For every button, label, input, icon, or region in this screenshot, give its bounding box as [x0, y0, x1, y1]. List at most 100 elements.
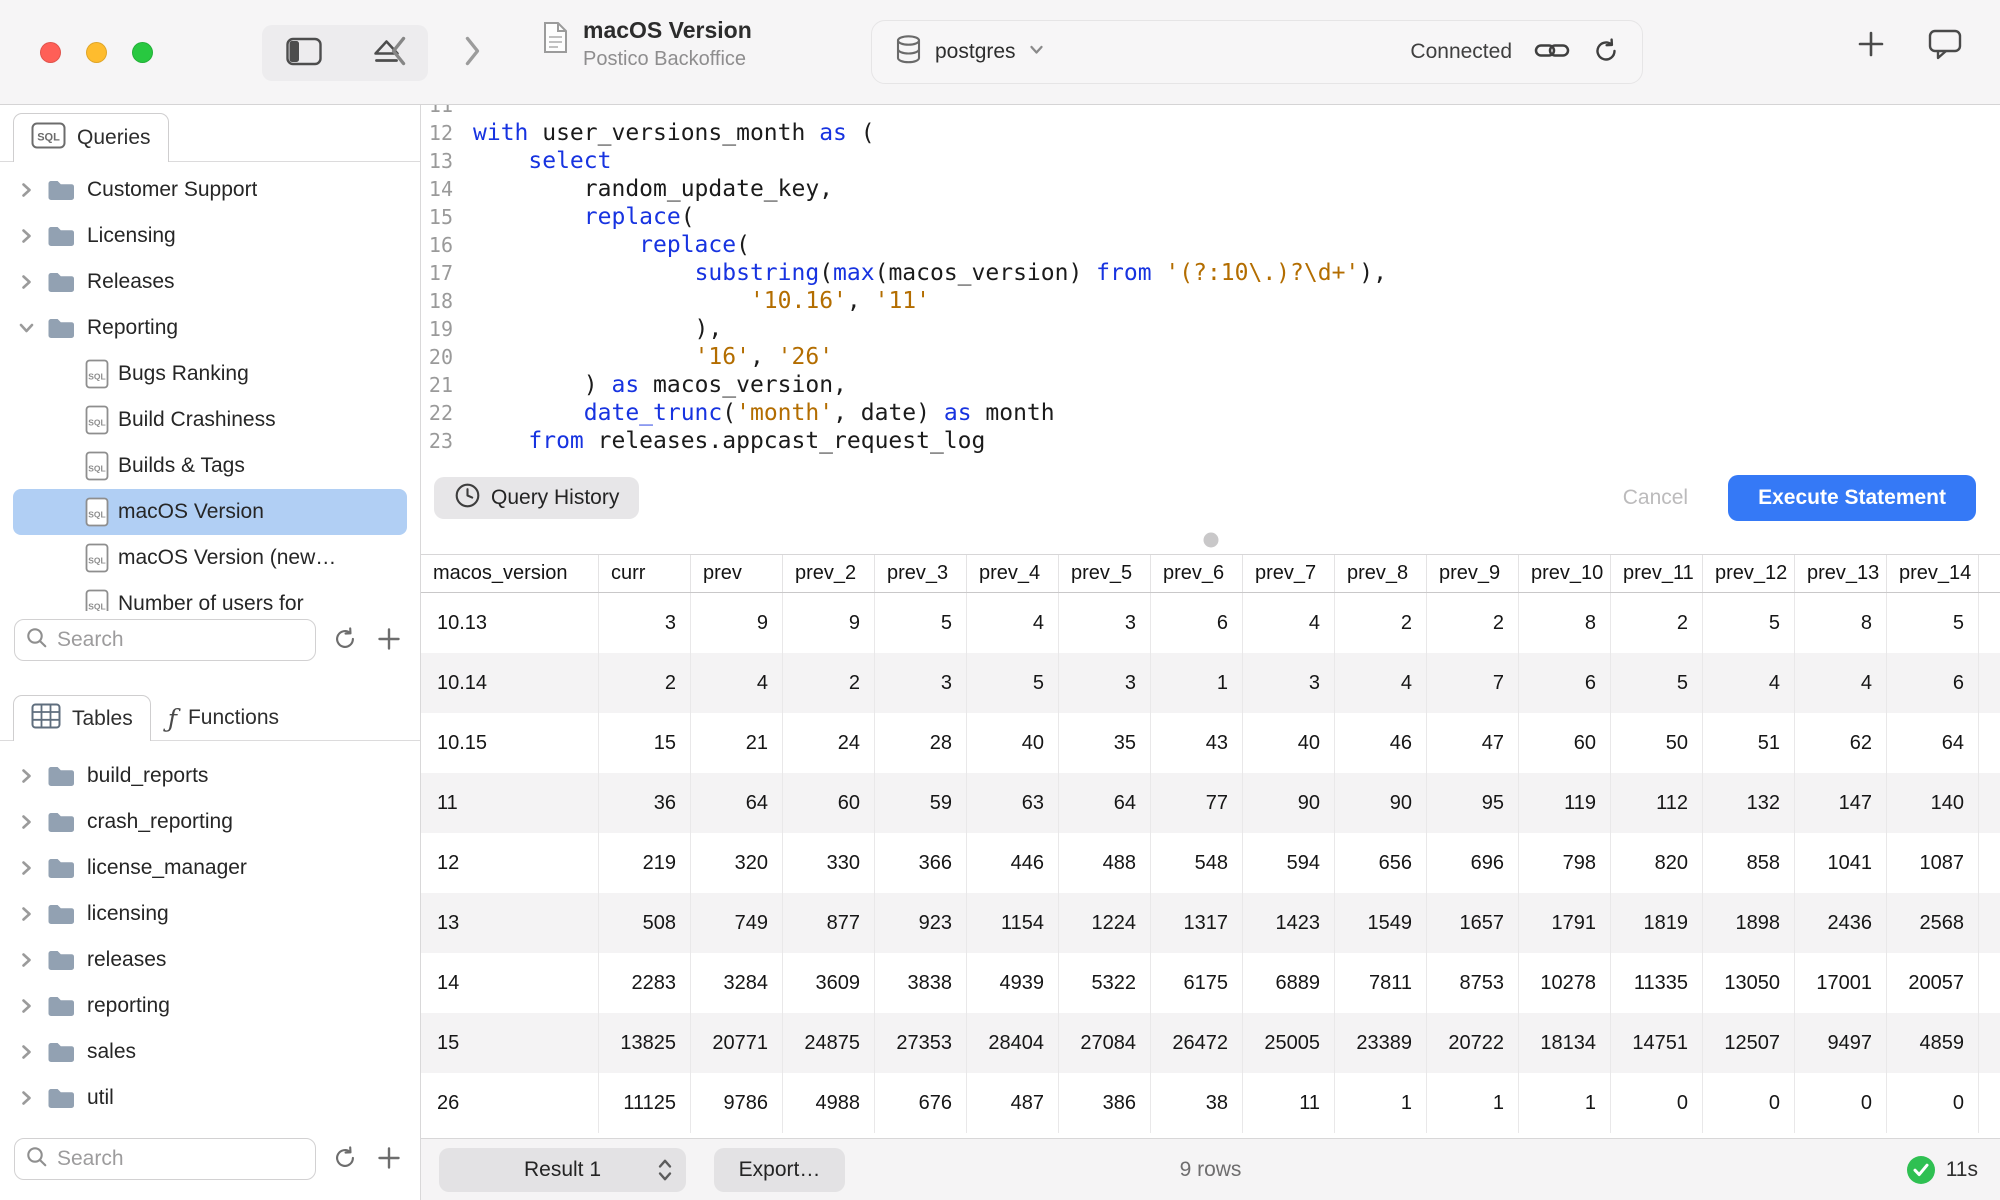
cell[interactable]: 28404	[967, 1013, 1059, 1073]
chevron-right-icon[interactable]	[20, 1043, 35, 1061]
cell[interactable]: 2	[599, 653, 691, 713]
cell[interactable]: 1657	[1427, 893, 1519, 953]
cell[interactable]: 3	[1059, 593, 1151, 653]
execute-statement-button[interactable]: Execute Statement	[1728, 475, 1976, 521]
cell[interactable]: 35	[1059, 713, 1151, 773]
column-header[interactable]: prev_9	[1427, 555, 1519, 592]
column-header[interactable]: prev_2	[783, 555, 875, 592]
cell[interactable]: 4	[967, 593, 1059, 653]
cell[interactable]: 27353	[875, 1013, 967, 1073]
back-button[interactable]	[378, 32, 418, 72]
toggle-sidebar-button[interactable]	[262, 25, 345, 81]
connection-link-button[interactable]	[1534, 39, 1570, 65]
cell[interactable]: 1791	[1519, 893, 1611, 953]
cell[interactable]: 676	[875, 1073, 967, 1133]
cell[interactable]: 50	[1611, 713, 1703, 773]
cell[interactable]: 15	[599, 713, 691, 773]
cell[interactable]: 6	[1519, 653, 1611, 713]
cell[interactable]: 36	[599, 773, 691, 833]
cell[interactable]: 40	[967, 713, 1059, 773]
cell[interactable]: 877	[783, 893, 875, 953]
cell[interactable]: 330	[783, 833, 875, 893]
cell[interactable]: 27084	[1059, 1013, 1151, 1073]
cell[interactable]: 9	[691, 593, 783, 653]
queries-tree-item[interactable]: SQLBuilds & Tags	[0, 443, 420, 489]
cell[interactable]: 3609	[783, 953, 875, 1013]
cell[interactable]: 1549	[1335, 893, 1427, 953]
cell[interactable]: 28	[875, 713, 967, 773]
query-history-button[interactable]: Query History	[434, 477, 639, 519]
cell[interactable]: 1317	[1151, 893, 1243, 953]
tables-tree-item[interactable]: reporting	[0, 983, 420, 1029]
cell[interactable]: 2	[783, 653, 875, 713]
refresh-queries-button[interactable]	[330, 625, 360, 655]
cell[interactable]: 60	[1519, 713, 1611, 773]
cell[interactable]: 4	[1243, 593, 1335, 653]
splitter-handle-icon[interactable]	[1203, 533, 1218, 548]
cell[interactable]: 9786	[691, 1073, 783, 1133]
cancel-button[interactable]: Cancel	[1623, 486, 1688, 510]
cell[interactable]: 13825	[599, 1013, 691, 1073]
cell[interactable]: 5	[967, 653, 1059, 713]
cell[interactable]: 320	[691, 833, 783, 893]
cell-macos-version[interactable]: 10.14	[421, 653, 599, 713]
chevron-right-icon[interactable]	[20, 905, 35, 923]
tab-tables[interactable]: Tables	[13, 695, 151, 741]
cell[interactable]: 26472	[1151, 1013, 1243, 1073]
cell[interactable]: 3	[1243, 653, 1335, 713]
cell[interactable]: 0	[1887, 1073, 1979, 1133]
cell[interactable]: 3	[875, 653, 967, 713]
cell[interactable]: 219	[599, 833, 691, 893]
database-selector[interactable]: postgres	[894, 34, 1045, 70]
cell[interactable]: 487	[967, 1073, 1059, 1133]
cell[interactable]: 23389	[1335, 1013, 1427, 1073]
cell[interactable]: 24	[783, 713, 875, 773]
cell[interactable]: 508	[599, 893, 691, 953]
cell[interactable]: 488	[1059, 833, 1151, 893]
column-header[interactable]: prev_4	[967, 555, 1059, 592]
cell[interactable]: 24875	[783, 1013, 875, 1073]
queries-tree-item[interactable]: Releases	[0, 259, 420, 305]
cell[interactable]: 4	[1795, 653, 1887, 713]
column-header[interactable]: macos_version	[421, 555, 599, 592]
chevron-down-icon[interactable]	[20, 319, 35, 337]
cell[interactable]: 59	[875, 773, 967, 833]
column-header[interactable]: curr	[599, 555, 691, 592]
cell[interactable]: 5	[1703, 593, 1795, 653]
column-header[interactable]: prev_7	[1243, 555, 1335, 592]
queries-tree-item[interactable]: Reporting	[0, 305, 420, 351]
tables-tree-item[interactable]: licensing	[0, 891, 420, 937]
cell[interactable]: 366	[875, 833, 967, 893]
column-header[interactable]: prev_10	[1519, 555, 1611, 592]
queries-tree-item[interactable]: SQLmacOS Version (new…	[0, 535, 420, 581]
cell-macos-version[interactable]: 26	[421, 1073, 599, 1133]
cell[interactable]: 4	[691, 653, 783, 713]
close-window-button[interactable]	[40, 42, 61, 63]
cell[interactable]: 10278	[1519, 953, 1611, 1013]
tables-tree-item[interactable]: sales	[0, 1029, 420, 1075]
cell[interactable]: 51	[1703, 713, 1795, 773]
cell[interactable]: 132	[1703, 773, 1795, 833]
chevron-right-icon[interactable]	[20, 859, 35, 877]
cell[interactable]: 11	[1243, 1073, 1335, 1133]
cell[interactable]: 2568	[1887, 893, 1979, 953]
cell-macos-version[interactable]: 10.13	[421, 593, 599, 653]
queries-tree-item[interactable]: Licensing	[0, 213, 420, 259]
cell[interactable]: 386	[1059, 1073, 1151, 1133]
cell[interactable]: 6175	[1151, 953, 1243, 1013]
refresh-tables-button[interactable]	[330, 1144, 360, 1174]
cell-macos-version[interactable]: 14	[421, 953, 599, 1013]
cell[interactable]: 7811	[1335, 953, 1427, 1013]
cell[interactable]: 798	[1519, 833, 1611, 893]
column-header[interactable]: prev	[691, 555, 783, 592]
cell[interactable]: 25005	[1243, 1013, 1335, 1073]
cell[interactable]: 1	[1151, 653, 1243, 713]
add-button[interactable]	[1856, 29, 1886, 62]
cell[interactable]: 147	[1795, 773, 1887, 833]
column-header[interactable]: prev_14	[1887, 555, 1979, 592]
cell[interactable]: 0	[1795, 1073, 1887, 1133]
cell[interactable]: 5	[1887, 593, 1979, 653]
cell[interactable]: 3838	[875, 953, 967, 1013]
cell[interactable]: 1087	[1887, 833, 1979, 893]
column-header[interactable]: prev_3	[875, 555, 967, 592]
